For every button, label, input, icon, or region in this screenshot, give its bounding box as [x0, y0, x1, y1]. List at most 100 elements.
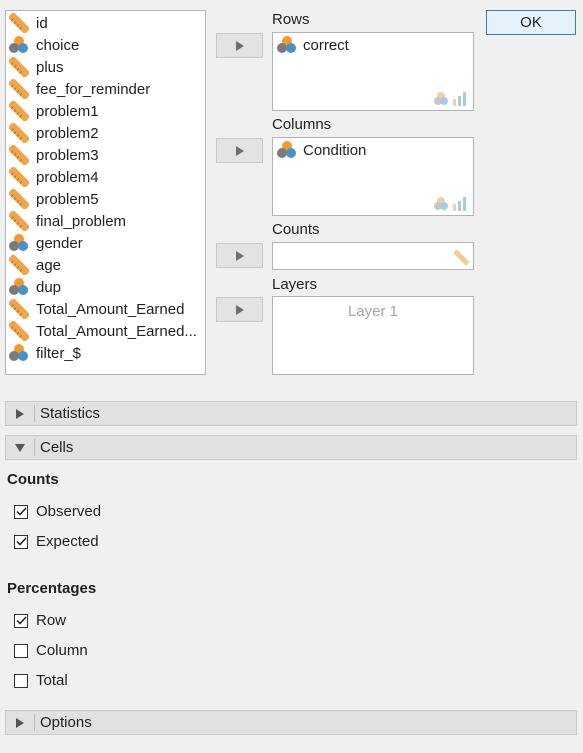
variable-label: problem1	[36, 102, 99, 120]
variable-list-item[interactable]: filter_$	[9, 342, 204, 364]
divider	[34, 714, 35, 731]
expected-option[interactable]: Expected	[14, 533, 99, 550]
nominal-variable-icon	[277, 140, 297, 160]
variable-list-item[interactable]: final_problem	[9, 210, 204, 232]
variable-label: problem2	[36, 124, 99, 142]
scale-variable-icon	[453, 250, 469, 266]
total-label: Total	[36, 672, 68, 689]
variable-list-item[interactable]: problem2	[9, 122, 204, 144]
variable-list-item[interactable]: age	[9, 254, 204, 276]
variable-label: final_problem	[36, 212, 127, 230]
arrow-right-icon	[235, 145, 244, 156]
columns-item[interactable]: Condition	[277, 140, 366, 160]
variable-list-item[interactable]: Total_Amount_Earned...	[9, 320, 204, 342]
scale-variable-icon	[9, 144, 31, 166]
observed-label: Observed	[36, 503, 102, 520]
variable-list-item[interactable]: fee_for_reminder	[9, 78, 204, 100]
expected-checkbox[interactable]	[14, 534, 28, 549]
counts-box[interactable]	[272, 242, 474, 270]
expand-triangle-icon	[6, 717, 34, 728]
variable-list-item[interactable]: choice	[9, 34, 204, 56]
variable-list-item[interactable]: id	[9, 12, 204, 34]
variable-list-item[interactable]: problem4	[9, 166, 204, 188]
scale-variable-icon	[9, 254, 31, 276]
observed-option[interactable]: Observed	[14, 503, 101, 520]
move-to-columns-button[interactable]	[216, 138, 263, 163]
total-option[interactable]: Total	[14, 672, 68, 689]
scale-variable-icon	[9, 56, 31, 78]
cells-section-header[interactable]: Cells	[5, 435, 577, 460]
scale-variable-icon	[9, 166, 31, 188]
cells-section-title: Cells	[40, 439, 74, 456]
layers-box[interactable]: Layer 1	[272, 296, 474, 375]
variable-label: plus	[36, 58, 64, 76]
observed-checkbox[interactable]	[14, 504, 28, 519]
variable-label: filter_$	[36, 344, 82, 362]
row-checkbox[interactable]	[14, 613, 28, 628]
statistics-section-header[interactable]: Statistics	[5, 401, 577, 426]
variable-list-item[interactable]: problem1	[9, 100, 204, 122]
nominal-variable-icon	[9, 343, 29, 363]
nominal-variable-icon	[9, 233, 29, 253]
column-option[interactable]: Column	[14, 642, 88, 659]
arrow-right-icon	[235, 40, 244, 51]
variable-list-item[interactable]: problem3	[9, 144, 204, 166]
options-section-title: Options	[40, 714, 92, 731]
scale-variable-icon	[9, 210, 31, 232]
checkmark-icon	[15, 507, 27, 516]
rows-box[interactable]: correct	[272, 32, 474, 111]
allowed-types-icon	[433, 90, 469, 106]
variable-list-item[interactable]: dup	[9, 276, 204, 298]
variable-label: id	[36, 14, 48, 32]
variable-list-item[interactable]: Total_Amount_Earned	[9, 298, 204, 320]
variable-list-item[interactable]: problem5	[9, 188, 204, 210]
percentages-heading: Percentages	[7, 580, 97, 597]
options-section-header[interactable]: Options	[5, 710, 577, 735]
variable-list-item[interactable]: gender	[9, 232, 204, 254]
expected-label: Expected	[36, 533, 99, 550]
variable-label: problem3	[36, 146, 99, 164]
scale-variable-icon	[9, 298, 31, 320]
scale-variable-icon	[9, 320, 31, 342]
collapse-triangle-icon	[6, 443, 34, 452]
move-to-layers-button[interactable]	[216, 297, 263, 322]
counts-label: Counts	[272, 221, 320, 238]
variable-list[interactable]: id choice plus fee_for_reminder problem1 prob…	[5, 10, 206, 375]
arrow-right-icon	[235, 250, 244, 261]
expand-triangle-icon	[6, 408, 34, 419]
ok-button[interactable]: OK	[486, 10, 576, 35]
columns-box[interactable]: Condition	[272, 137, 474, 216]
variable-label: dup	[36, 278, 62, 296]
statistics-section-title: Statistics	[40, 405, 101, 422]
column-label: Column	[36, 642, 88, 659]
variable-label: Total_Amount_Earned	[36, 300, 185, 318]
layers-label: Layers	[272, 276, 318, 293]
variable-label: Total_Amount_Earned...	[36, 322, 197, 340]
move-to-counts-button[interactable]	[216, 243, 263, 268]
variable-label: fee_for_reminder	[36, 80, 151, 98]
variable-label: gender	[36, 234, 83, 252]
scale-variable-icon	[9, 100, 31, 122]
move-to-rows-button[interactable]	[216, 33, 263, 58]
row-option[interactable]: Row	[14, 612, 66, 629]
counts-heading: Counts	[7, 471, 59, 488]
divider	[34, 405, 35, 422]
variable-label: problem5	[36, 190, 99, 208]
variable-label: choice	[36, 36, 80, 54]
allowed-types-icon	[433, 195, 469, 211]
checkmark-icon	[15, 537, 27, 546]
column-checkbox[interactable]	[14, 643, 28, 658]
nominal-variable-icon	[9, 277, 29, 297]
scale-variable-icon	[9, 188, 31, 210]
scale-variable-icon	[9, 12, 31, 34]
layer-placeholder: Layer 1	[347, 303, 399, 320]
columns-label: Columns	[272, 116, 332, 133]
variable-label: problem4	[36, 168, 99, 186]
nominal-variable-icon	[277, 35, 297, 55]
variable-label: age	[36, 256, 62, 274]
total-checkbox[interactable]	[14, 673, 28, 688]
rows-item[interactable]: correct	[277, 35, 349, 55]
checkmark-icon	[15, 616, 27, 625]
scale-variable-icon	[9, 122, 31, 144]
variable-list-item[interactable]: plus	[9, 56, 204, 78]
